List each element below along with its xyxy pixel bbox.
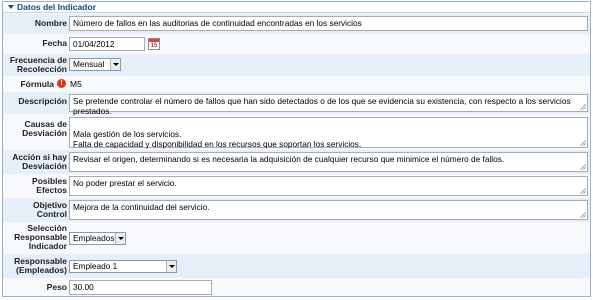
row-efectos: Posibles Efectos No poder prestar el ser… (3, 174, 590, 198)
frecuencia-selected: Mensual (73, 59, 105, 69)
chevron-down-icon[interactable] (110, 59, 120, 70)
alert-icon: ! (57, 79, 66, 88)
descripcion-text: Se pretende controlar el número de fallo… (73, 96, 571, 116)
resize-grip-icon[interactable] (580, 104, 586, 110)
row-descripcion: Descripción Se pretende controlar el núm… (3, 92, 590, 116)
seleccion-label: Selección Responsable Indicador (14, 223, 67, 251)
resize-grip-icon[interactable] (580, 212, 586, 218)
seleccion-select[interactable]: Empleados (69, 232, 126, 245)
efectos-text: No poder prestar el servicio. (73, 178, 177, 188)
row-seleccion: Selección Responsable Indicador Empleado… (3, 222, 590, 254)
descripcion-textarea[interactable]: Se pretende controlar el número de fallo… (69, 94, 588, 116)
chevron-down-icon[interactable] (166, 261, 176, 272)
frecuencia-select[interactable]: Mensual (69, 58, 121, 71)
accion-text: Revisar el origen, determinando si es ne… (73, 154, 505, 164)
peso-label: Peso (46, 282, 67, 292)
descripcion-label: Descripción (18, 96, 67, 106)
causas-text: Mala gestión de los servicios. Falta de … (73, 129, 362, 149)
efectos-label: Posibles Efectos (32, 176, 67, 195)
responsable-select[interactable]: Empleado 1 (69, 260, 177, 273)
responsable-label: Responsable (Empleados) (14, 256, 67, 275)
row-peso: Peso 30.00 (3, 278, 590, 297)
nombre-label: Nombre (34, 18, 67, 28)
efectos-textarea[interactable]: No poder prestar el servicio. (69, 176, 588, 196)
causas-textarea[interactable]: Mala gestión de los servicios. Falta de … (69, 117, 588, 149)
causas-label: Causas de Desviación (22, 119, 67, 138)
accion-textarea[interactable]: Revisar el origen, determinando si es ne… (69, 152, 588, 172)
fecha-label: Fecha (42, 38, 67, 48)
frecuencia-label: Frecuencia de Recolección (9, 55, 67, 74)
formula-value: M5 (70, 79, 82, 89)
resize-grip-icon[interactable] (580, 164, 586, 170)
row-causas: Causas de Desviación Mala gestión de los… (3, 114, 590, 150)
objetivo-label: Objetivo Control (32, 200, 67, 219)
row-fecha: Fecha 01/04/2012 15 (3, 34, 590, 54)
peso-input[interactable]: 30.00 (69, 280, 212, 295)
row-objetivo: Objetivo Control Mejora de la continuida… (3, 198, 590, 222)
calendar-day-glyph: 15 (150, 43, 158, 49)
row-frecuencia: Frecuencia de Recolección Mensual (3, 54, 590, 76)
resize-grip-icon[interactable] (580, 188, 586, 194)
row-responsable: Responsable (Empleados) Empleado 1 (3, 254, 590, 278)
calendar-icon[interactable]: 15 (148, 38, 160, 50)
responsable-selected: Empleado 1 (73, 261, 118, 271)
objetivo-text: Mejora de la continuidad del servicio. (73, 202, 210, 212)
collapse-arrow-icon[interactable] (8, 5, 14, 9)
row-nombre: Nombre Número de fallos en las auditoria… (3, 14, 590, 34)
nombre-input[interactable]: Número de fallos en las auditorias de co… (69, 16, 588, 31)
resize-grip-icon[interactable] (580, 140, 586, 146)
panel-header[interactable]: Datos del Indicador (3, 2, 590, 13)
objetivo-textarea[interactable]: Mejora de la continuidad del servicio. (69, 200, 588, 220)
accion-label: Acción si hay Desviación (12, 152, 67, 171)
panel-title: Datos del Indicador (17, 2, 96, 12)
chevron-down-icon[interactable] (115, 233, 125, 244)
seleccion-selected: Empleados (73, 233, 115, 243)
fecha-input[interactable]: 01/04/2012 (69, 37, 145, 51)
indicator-data-panel: Datos del Indicador Nombre Número de fal… (2, 1, 591, 297)
row-accion: Acción si hay Desviación Revisar el orig… (3, 150, 590, 174)
row-formula: Fórmula ! M5 (3, 76, 590, 92)
formula-label: Fórmula (20, 79, 54, 89)
